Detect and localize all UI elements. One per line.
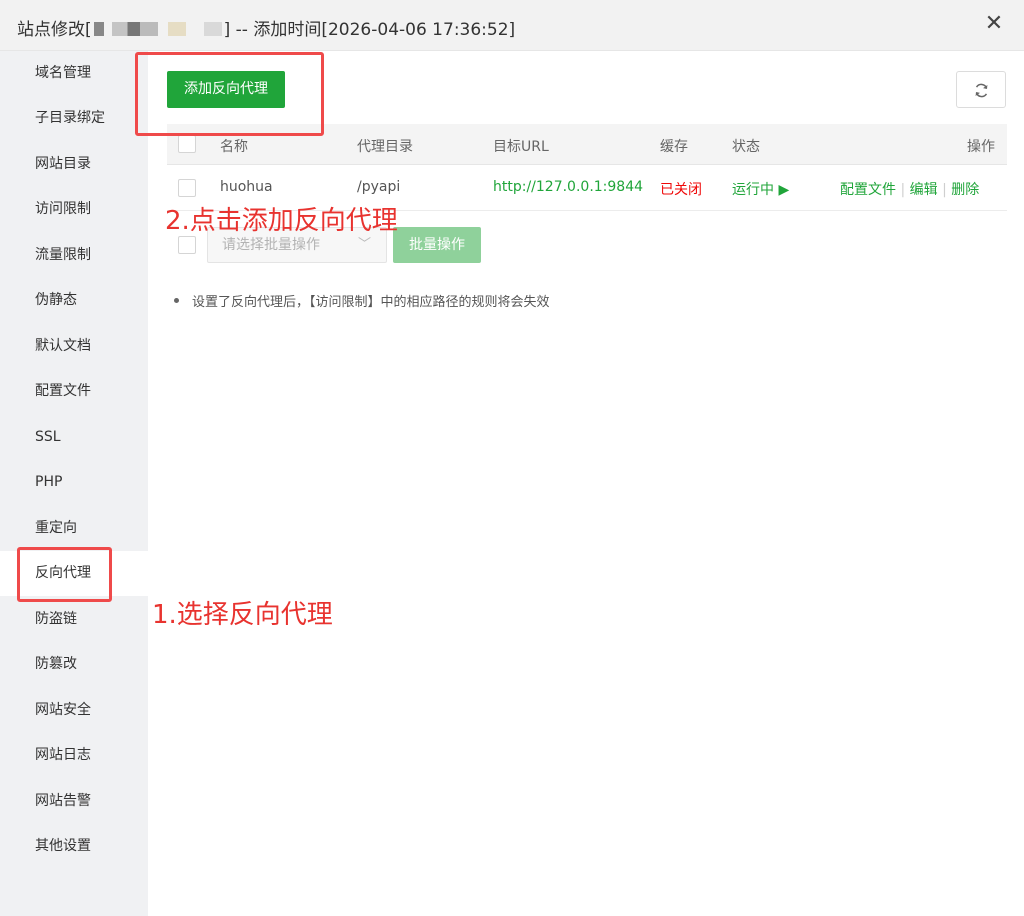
batch-operation-button[interactable]: 批量操作 [393, 227, 481, 263]
column-header-name: 名称 [220, 139, 248, 155]
annotation-step2: 2.点击添加反向代理 [165, 206, 398, 236]
dialog-title-suffix: ] -- 添加时间[2026-04-06 17:36:52] [223, 20, 516, 40]
tip-item: 设置了反向代理后，【访问限制】中的相应路径的规则将会失效 [174, 291, 550, 310]
sidebar: 域名管理 子目录绑定 网站目录 访问限制 流量限制 伪静态 默认文档 配置文件 … [0, 51, 148, 916]
sidebar-item-php[interactable]: PHP [0, 460, 148, 505]
annotation-step1: 1.选择反向代理 [152, 600, 333, 630]
sidebar-item-other-settings[interactable]: 其他设置 [0, 824, 148, 869]
column-header-proxy-dir: 代理目录 [357, 139, 413, 155]
refresh-button[interactable] [956, 71, 1006, 108]
redacted-site-name [93, 22, 222, 36]
dialog-title-prefix: 站点修改[ [17, 20, 92, 40]
column-header-target-url: 目标URL [493, 139, 549, 155]
sidebar-item-config-file[interactable]: 配置文件 [0, 369, 148, 414]
row-actions: 配置文件 | 编辑 | 删除 [840, 179, 979, 199]
select-all-checkbox[interactable] [178, 135, 196, 153]
sidebar-item-ssl[interactable]: SSL [0, 415, 148, 460]
tip-text: 设置了反向代理后，【访问限制】中的相应路径的规则将会失效 [192, 295, 550, 310]
row-run-status[interactable]: 运行中 ▶ [732, 179, 789, 199]
sidebar-item-redirect[interactable]: 重定向 [0, 506, 148, 551]
sidebar-item-hotlink[interactable]: 防盗链 [0, 597, 148, 642]
sidebar-item-site-security[interactable]: 网站安全 [0, 688, 148, 733]
row-proxy-dir: /pyapi [357, 179, 401, 195]
batch-select-placeholder: 请选择批量操作 [222, 237, 320, 253]
column-header-cache: 缓存 [660, 139, 688, 155]
sidebar-item-tamper-proof[interactable]: 防篡改 [0, 642, 148, 687]
add-reverse-proxy-button[interactable]: 添加反向代理 [167, 71, 285, 108]
close-icon[interactable]: ✕ [982, 12, 1006, 36]
batch-select-all-checkbox[interactable] [178, 236, 196, 254]
sidebar-item-site-alerts[interactable]: 网站告警 [0, 779, 148, 824]
table-header: 名称 代理目录 目标URL 缓存 状态 操作 [167, 124, 1007, 165]
delete-link[interactable]: 删除 [951, 182, 979, 198]
row-name: huohua [220, 179, 273, 195]
action-separator: | [900, 182, 910, 198]
sidebar-item-traffic-limit[interactable]: 流量限制 [0, 233, 148, 278]
action-separator: | [942, 182, 952, 198]
sidebar-item-rewrite[interactable]: 伪静态 [0, 278, 148, 323]
edit-link[interactable]: 编辑 [910, 182, 938, 198]
row-cache-status[interactable]: 已关闭 [660, 179, 702, 199]
sidebar-item-subdir-binding[interactable]: 子目录绑定 [0, 96, 148, 141]
sidebar-item-reverse-proxy[interactable]: 反向代理 [0, 551, 148, 596]
sidebar-item-site-dir[interactable]: 网站目录 [0, 142, 148, 187]
column-header-status: 状态 [732, 139, 760, 155]
config-file-link[interactable]: 配置文件 [840, 182, 896, 198]
sidebar-item-default-doc[interactable]: 默认文档 [0, 324, 148, 369]
main-panel: 添加反向代理 名称 代理目录 目标URL 缓存 状态 操作 huohua /py… [148, 51, 1024, 916]
sidebar-item-site-logs[interactable]: 网站日志 [0, 733, 148, 778]
bullet-icon [174, 298, 179, 303]
refresh-icon [975, 83, 988, 98]
dialog-titlebar: 站点修改[ ] -- 添加时间[2026-04-06 17:36:52] ✕ [0, 0, 1024, 51]
row-checkbox[interactable] [178, 179, 196, 197]
sidebar-item-access-limit[interactable]: 访问限制 [0, 187, 148, 232]
sidebar-item-domain[interactable]: 域名管理 [0, 51, 148, 96]
column-header-actions: 操作 [967, 139, 995, 155]
row-target-url[interactable]: http://127.0.0.1:9844 [493, 179, 643, 195]
dialog-title: 站点修改[ ] -- 添加时间[2026-04-06 17:36:52] [17, 15, 515, 40]
